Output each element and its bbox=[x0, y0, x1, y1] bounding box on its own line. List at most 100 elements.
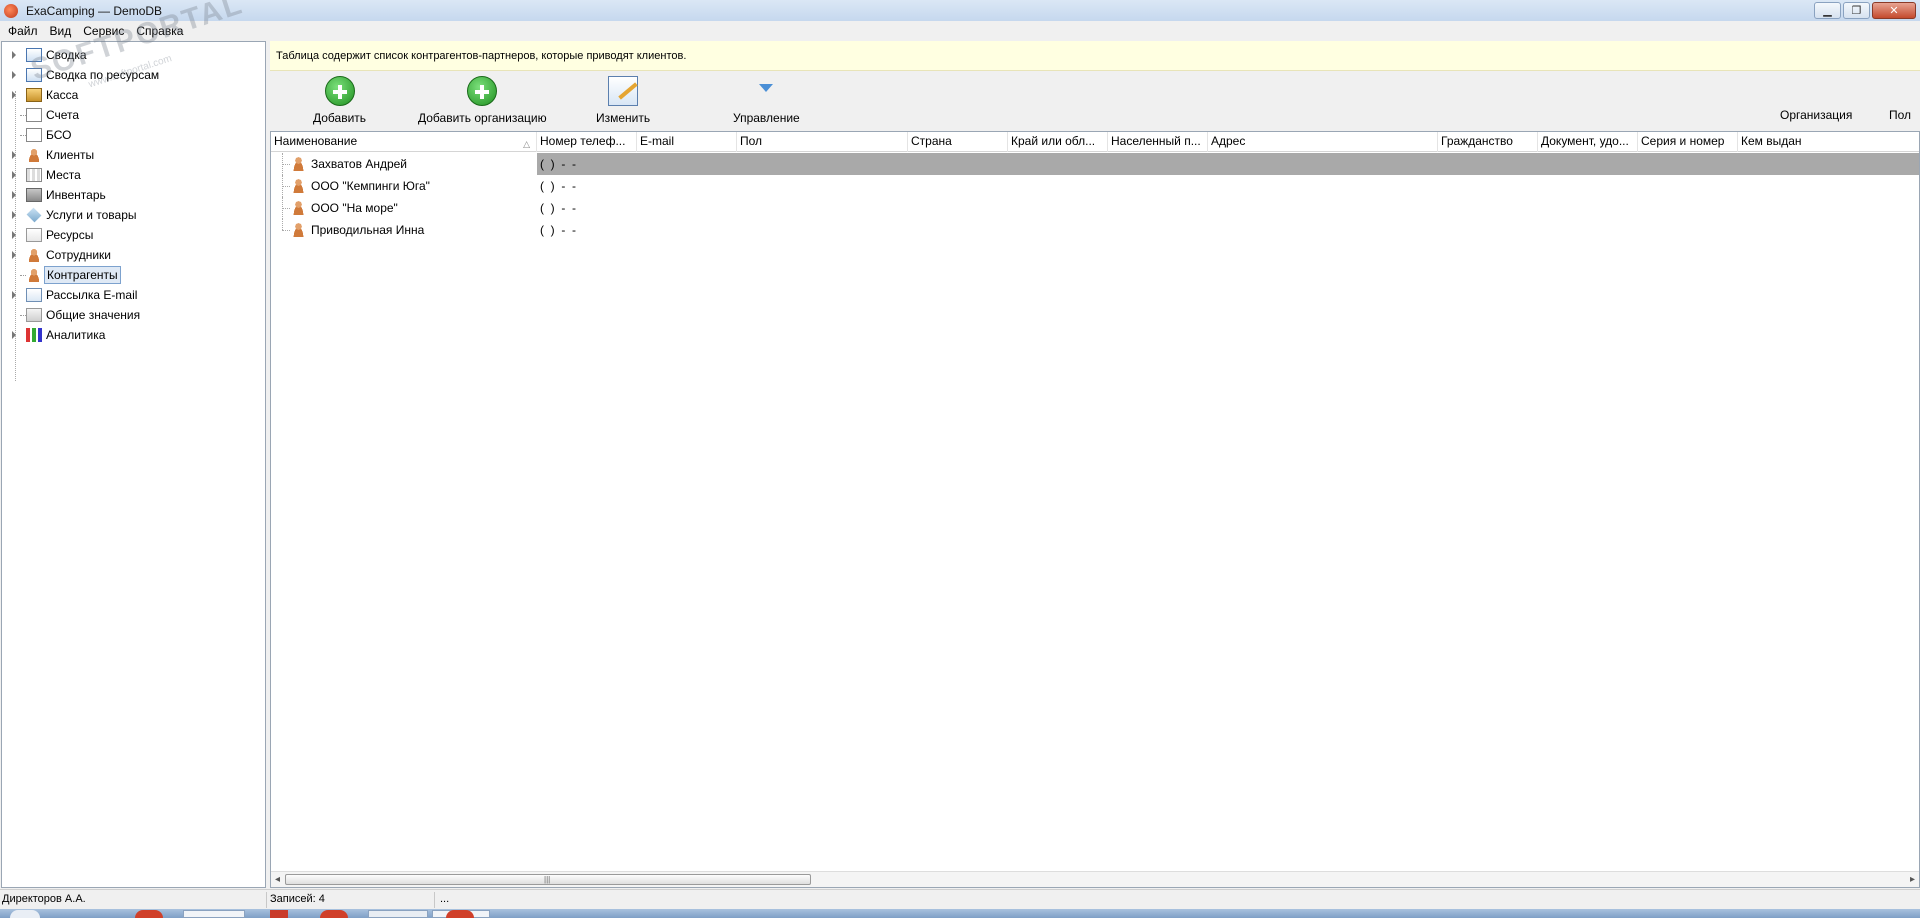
counterparties-table: Наименование △ Номер телеф... E-mail Пол… bbox=[270, 131, 1920, 888]
expand-arrow-icon[interactable] bbox=[12, 71, 16, 79]
sidebar-item-summary[interactable]: Сводка bbox=[2, 45, 262, 65]
sidebar-item-clients[interactable]: Клиенты bbox=[2, 145, 262, 165]
column-header-gender[interactable]: Пол bbox=[737, 132, 908, 152]
restore-icon: ❐ bbox=[1851, 5, 1862, 17]
sidebar-item-label: Счета bbox=[46, 108, 80, 122]
table-body: Захватов Андрей ( ) - - ООО "Кемпинги Юг… bbox=[271, 153, 1919, 241]
expand-arrow-icon[interactable] bbox=[12, 91, 16, 99]
sidebar-item-employees[interactable]: Сотрудники bbox=[2, 245, 262, 265]
taskbar-window-button[interactable] bbox=[183, 910, 245, 918]
menu-file[interactable]: Файл bbox=[2, 24, 44, 38]
menu-help[interactable]: Справка bbox=[130, 24, 189, 38]
edit-button[interactable]: Изменить bbox=[596, 76, 650, 125]
table-header: Наименование △ Номер телеф... E-mail Пол… bbox=[271, 132, 1919, 152]
sidebar-item-cash[interactable]: Касса bbox=[2, 85, 262, 105]
title-bar: ExaCamping — DemoDB ▁ ❐ ✕ bbox=[0, 0, 1920, 21]
taskbar-app-icon[interactable] bbox=[446, 910, 474, 918]
inventory-icon bbox=[26, 188, 42, 202]
sidebar-item-email-mailing[interactable]: Рассылка E-mail bbox=[2, 285, 262, 305]
expand-arrow-icon[interactable] bbox=[12, 251, 16, 259]
tree-connector bbox=[282, 230, 290, 231]
sidebar-item-bso[interactable]: БСО bbox=[2, 125, 262, 145]
os-taskbar bbox=[0, 909, 1920, 918]
person-icon bbox=[26, 148, 42, 162]
column-header-name[interactable]: Наименование △ bbox=[271, 132, 537, 152]
column-header-email[interactable]: E-mail bbox=[637, 132, 737, 152]
row-phone: ( ) - - bbox=[540, 201, 576, 215]
taskbar-window-button[interactable] bbox=[368, 910, 428, 918]
taskbar-app-icon[interactable] bbox=[320, 910, 348, 918]
scrollbar-thumb[interactable]: ||| bbox=[285, 874, 811, 885]
person-icon bbox=[291, 178, 306, 193]
column-header-document[interactable]: Документ, удо... bbox=[1538, 132, 1638, 152]
chart-icon bbox=[26, 328, 42, 342]
sidebar-item-inventory[interactable]: Инвентарь bbox=[2, 185, 262, 205]
expand-arrow-icon[interactable] bbox=[12, 51, 16, 59]
records-count: Записей: 4 bbox=[270, 893, 325, 905]
column-header-series-number[interactable]: Серия и номер bbox=[1638, 132, 1738, 152]
sidebar-item-counterparties[interactable]: Контрагенты bbox=[2, 265, 262, 285]
expand-arrow-icon[interactable] bbox=[12, 331, 16, 339]
sidebar-item-places[interactable]: Места bbox=[2, 165, 262, 185]
person-icon bbox=[291, 222, 306, 237]
row-name: Захватов Андрей bbox=[311, 157, 407, 171]
minimize-button[interactable]: ▁ bbox=[1814, 2, 1841, 19]
expand-arrow-icon[interactable] bbox=[12, 291, 16, 299]
current-user: Директоров А.А. bbox=[2, 893, 86, 905]
cash-box-icon bbox=[26, 88, 42, 102]
table-row[interactable]: ООО "Кемпинги Юга" ( ) - - bbox=[271, 175, 1919, 197]
horizontal-scrollbar[interactable]: ◂ ||| ▸ bbox=[271, 871, 1919, 887]
sidebar-item-resource-summary[interactable]: Сводка по ресурсам bbox=[2, 65, 262, 85]
row-phone: ( ) - - bbox=[540, 179, 576, 193]
table-row[interactable]: Захватов Андрей ( ) - - bbox=[271, 153, 1919, 175]
taskbar-app-icon[interactable] bbox=[135, 910, 163, 918]
window-controls: ▁ ❐ ✕ bbox=[1814, 2, 1916, 19]
diamond-icon bbox=[26, 207, 42, 223]
column-header-region[interactable]: Край или обл... bbox=[1008, 132, 1108, 152]
column-header-citizenship[interactable]: Гражданство bbox=[1438, 132, 1538, 152]
row-name: ООО "На море" bbox=[311, 201, 398, 215]
expand-arrow-icon[interactable] bbox=[12, 191, 16, 199]
sidebar-item-label: Сотрудники bbox=[46, 248, 111, 262]
table-row[interactable]: ООО "На море" ( ) - - bbox=[271, 197, 1919, 219]
sidebar-item-label: Сводка по ресурсам bbox=[46, 68, 160, 82]
add-button[interactable]: Добавить bbox=[313, 76, 366, 125]
menu-view[interactable]: Вид bbox=[44, 24, 78, 38]
table-row[interactable]: Приводильная Инна ( ) - - bbox=[271, 219, 1919, 241]
expand-arrow-icon[interactable] bbox=[12, 171, 16, 179]
sidebar-item-resources[interactable]: Ресурсы bbox=[2, 225, 262, 245]
sidebar-item-label: Инвентарь bbox=[46, 188, 106, 202]
sidebar-item-analytics[interactable]: Аналитика bbox=[2, 325, 262, 345]
chevron-down-icon bbox=[759, 84, 774, 98]
sidebar-item-label: Сводка bbox=[46, 48, 87, 62]
start-button[interactable] bbox=[10, 910, 40, 918]
sidebar-item-common-values[interactable]: Общие значения bbox=[2, 305, 262, 325]
row-phone: ( ) - - bbox=[540, 223, 576, 237]
sidebar-item-label: Ресурсы bbox=[46, 228, 94, 242]
scroll-left-arrow-icon[interactable]: ◂ bbox=[275, 874, 280, 885]
close-button[interactable]: ✕ bbox=[1872, 2, 1916, 19]
organization-filter[interactable]: Организация bbox=[1780, 108, 1852, 122]
restore-button[interactable]: ❐ bbox=[1843, 2, 1870, 19]
info-banner: Таблица содержит список контрагентов-пар… bbox=[270, 41, 1920, 71]
sidebar-item-invoices[interactable]: Счета bbox=[2, 105, 262, 125]
taskbar-app-icon[interactable] bbox=[270, 910, 288, 918]
row-phone: ( ) - - bbox=[540, 157, 576, 171]
sidebar-item-label: Общие значения bbox=[46, 308, 141, 322]
column-header-address[interactable]: Адрес bbox=[1208, 132, 1438, 152]
column-header-country[interactable]: Страна bbox=[908, 132, 1008, 152]
manage-dropdown-button[interactable]: Управление bbox=[733, 76, 800, 125]
column-header-phone[interactable]: Номер телеф... bbox=[537, 132, 637, 152]
menu-service[interactable]: Сервис bbox=[77, 24, 130, 38]
column-header-issued-by[interactable]: Кем выдан bbox=[1738, 132, 1919, 152]
expand-arrow-icon[interactable] bbox=[12, 151, 16, 159]
column-header-locality[interactable]: Населенный п... bbox=[1108, 132, 1208, 152]
expand-arrow-icon[interactable] bbox=[12, 211, 16, 219]
scroll-right-arrow-icon[interactable]: ▸ bbox=[1910, 874, 1915, 885]
status-divider bbox=[434, 892, 435, 908]
add-organization-button[interactable]: Добавить организацию bbox=[418, 76, 547, 125]
gender-filter[interactable]: Пол bbox=[1889, 108, 1911, 122]
sidebar-item-services-goods[interactable]: Услуги и товары bbox=[2, 205, 262, 225]
expand-arrow-icon[interactable] bbox=[12, 231, 16, 239]
navigation-tree: Сводка Сводка по ресурсам Касса Счета БС… bbox=[1, 41, 266, 888]
